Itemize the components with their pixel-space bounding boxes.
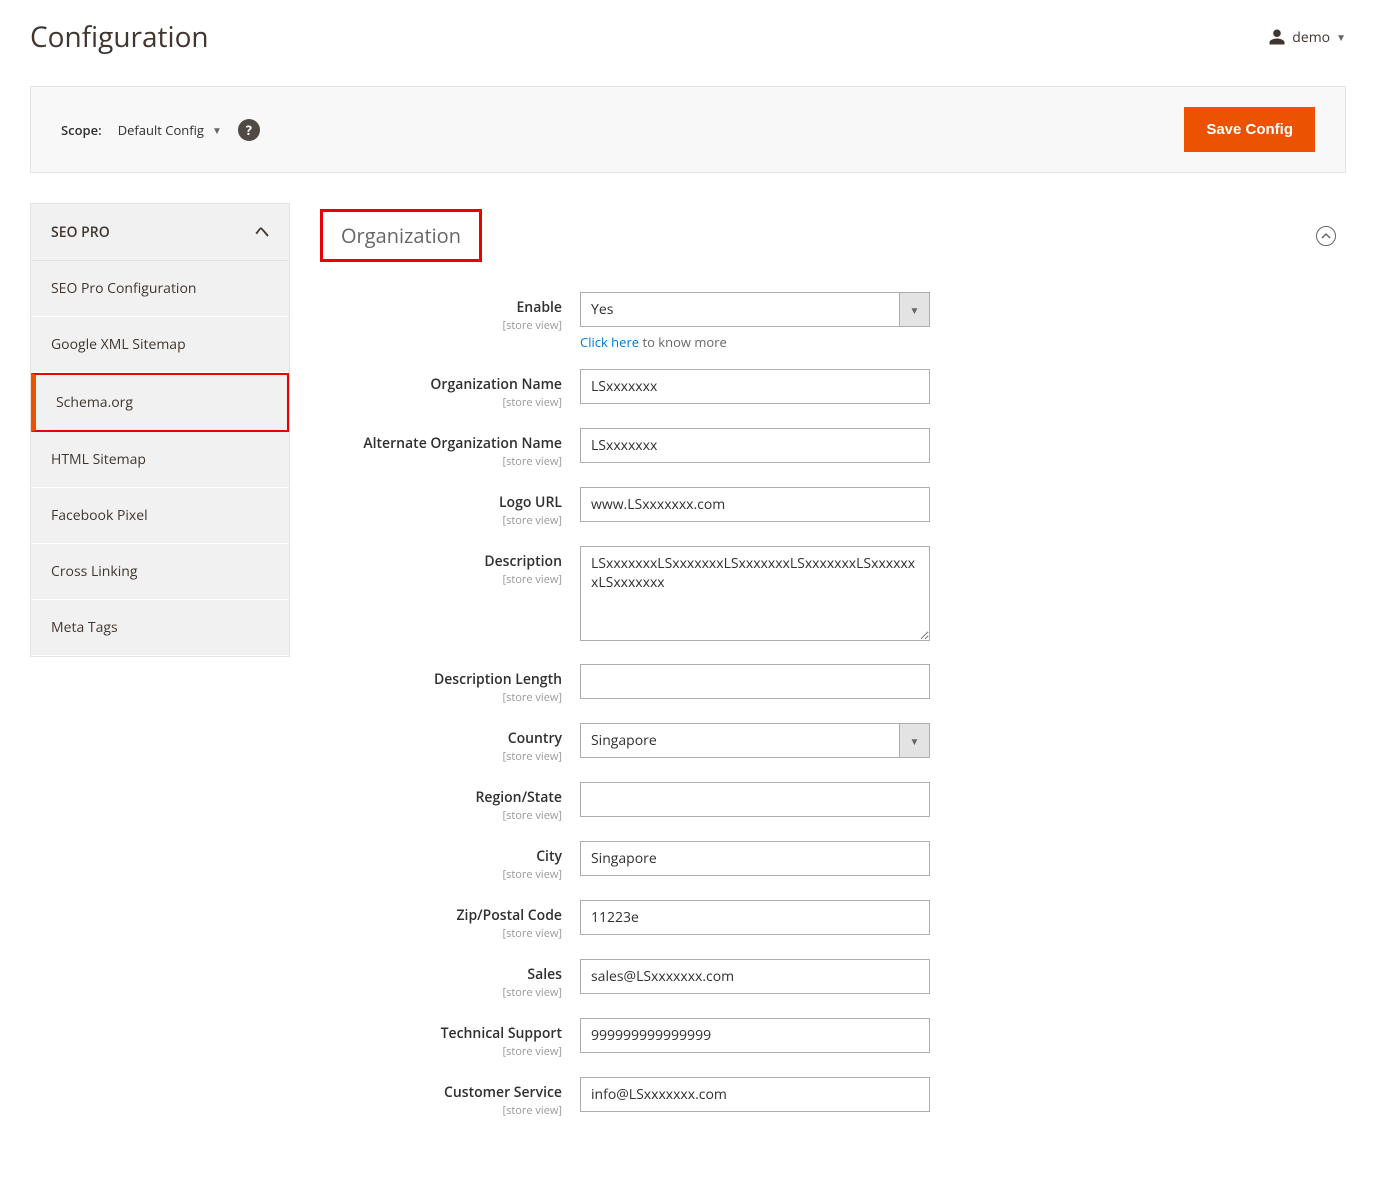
scope-text: [store view] — [310, 985, 562, 1000]
logo-url-input[interactable] — [580, 487, 930, 522]
helper-link[interactable]: Click here — [580, 333, 639, 351]
user-menu[interactable]: demo ▼ — [1268, 28, 1346, 47]
org-name-input[interactable] — [580, 369, 930, 404]
sidebar-item-seo-pro-config[interactable]: SEO Pro Configuration — [31, 261, 289, 317]
field-sales: Sales [store view] — [310, 959, 1146, 1000]
cust-label: Customer Service — [444, 1083, 562, 1102]
field-zip: Zip/Postal Code [store view] — [310, 900, 1146, 941]
field-org-name: Organization Name [store view] — [310, 369, 1146, 410]
sidebar-item-cross-linking[interactable]: Cross Linking — [31, 544, 289, 600]
collapse-icon[interactable] — [1316, 226, 1336, 246]
helper-text-rest: to know more — [639, 333, 727, 351]
country-value: Singapore — [581, 724, 899, 757]
alt-org-name-input[interactable] — [580, 428, 930, 463]
scope-text: [store view] — [310, 926, 562, 941]
zip-input[interactable] — [580, 900, 930, 935]
field-description: Description [store view] LSxxxxxxxLSxxxx… — [310, 546, 1146, 646]
field-alt-org-name: Alternate Organization Name [store view] — [310, 428, 1146, 469]
country-select[interactable]: Singapore ▼ — [580, 723, 930, 758]
description-label: Description — [484, 552, 562, 571]
sales-input[interactable] — [580, 959, 930, 994]
field-country: Country [store view] Singapore ▼ — [310, 723, 1146, 764]
field-tech: Technical Support [store view] — [310, 1018, 1146, 1059]
field-region: Region/State [store view] — [310, 782, 1146, 823]
region-label: Region/State — [475, 788, 562, 807]
scope-text: [store view] — [310, 454, 562, 469]
tech-input[interactable] — [580, 1018, 930, 1053]
field-customer-service: Customer Service [store view] — [310, 1077, 1146, 1118]
section-title: Organization — [320, 209, 482, 262]
enable-value: Yes — [581, 293, 899, 326]
sidebar-item-meta-tags[interactable]: Meta Tags — [31, 600, 289, 656]
sidebar-item-facebook-pixel[interactable]: Facebook Pixel — [31, 488, 289, 544]
sidebar: SEO PRO ヘ SEO Pro Configuration Google X… — [30, 203, 290, 657]
field-city: City [store view] — [310, 841, 1146, 882]
chevron-down-icon: ▼ — [1336, 30, 1346, 44]
cust-input[interactable] — [580, 1077, 930, 1112]
sidebar-section-title: SEO PRO — [51, 223, 110, 242]
scope-label: Scope: — [61, 121, 102, 139]
description-textarea[interactable]: LSxxxxxxxLSxxxxxxxLSxxxxxxxLSxxxxxxxLSxx… — [580, 546, 930, 641]
sidebar-item-google-xml-sitemap[interactable]: Google XML Sitemap — [31, 317, 289, 373]
desc-length-input[interactable] — [580, 664, 930, 699]
scope-text: [store view] — [310, 749, 562, 764]
scope-text: [store view] — [310, 867, 562, 882]
city-label: City — [536, 847, 562, 866]
scope-text: [store view] — [310, 572, 562, 587]
sidebar-item-schema-org[interactable]: Schema.org — [31, 373, 289, 432]
user-icon — [1268, 28, 1286, 46]
scope-text: [store view] — [310, 513, 562, 528]
city-input[interactable] — [580, 841, 930, 876]
region-input[interactable] — [580, 782, 930, 817]
scope-text: [store view] — [310, 395, 562, 410]
field-enable: Enable [store view] Yes ▼ Click here to … — [310, 292, 1146, 351]
user-name: demo — [1292, 28, 1330, 47]
enable-select[interactable]: Yes ▼ — [580, 292, 930, 327]
scope-text: [store view] — [310, 1044, 562, 1059]
tech-label: Technical Support — [441, 1024, 562, 1043]
scope-value: Default Config — [118, 121, 204, 139]
enable-label: Enable — [516, 298, 562, 317]
sales-label: Sales — [527, 965, 562, 984]
help-icon[interactable]: ? — [238, 119, 260, 141]
scope-select[interactable]: Default Config ▼ — [118, 121, 222, 139]
toolbar: Scope: Default Config ▼ ? Save Config — [30, 86, 1346, 173]
scope-text: [store view] — [310, 318, 562, 333]
save-config-button[interactable]: Save Config — [1184, 107, 1315, 152]
chevron-up-icon: ヘ — [255, 222, 269, 242]
chevron-down-icon: ▼ — [899, 293, 929, 326]
main-content: Organization Enable [store view] Yes ▼ C… — [310, 203, 1346, 1136]
logo-url-label: Logo URL — [499, 493, 562, 512]
scope-text: [store view] — [310, 690, 562, 705]
scope-text: [store view] — [310, 1103, 562, 1118]
chevron-down-icon: ▼ — [212, 123, 222, 137]
page-title: Configuration — [30, 18, 209, 56]
enable-helper: Click here to know more — [580, 333, 930, 351]
field-logo-url: Logo URL [store view] — [310, 487, 1146, 528]
sidebar-item-html-sitemap[interactable]: HTML Sitemap — [31, 432, 289, 488]
field-desc-length: Description Length [store view] — [310, 664, 1146, 705]
country-label: Country — [508, 729, 562, 748]
alt-org-name-label: Alternate Organization Name — [363, 434, 562, 453]
zip-label: Zip/Postal Code — [456, 906, 562, 925]
chevron-down-icon: ▼ — [899, 724, 929, 757]
sidebar-section-header[interactable]: SEO PRO ヘ — [31, 204, 289, 261]
section-header[interactable]: Organization — [310, 203, 1346, 268]
desc-length-label: Description Length — [434, 670, 562, 689]
org-name-label: Organization Name — [430, 375, 562, 394]
scope-text: [store view] — [310, 808, 562, 823]
